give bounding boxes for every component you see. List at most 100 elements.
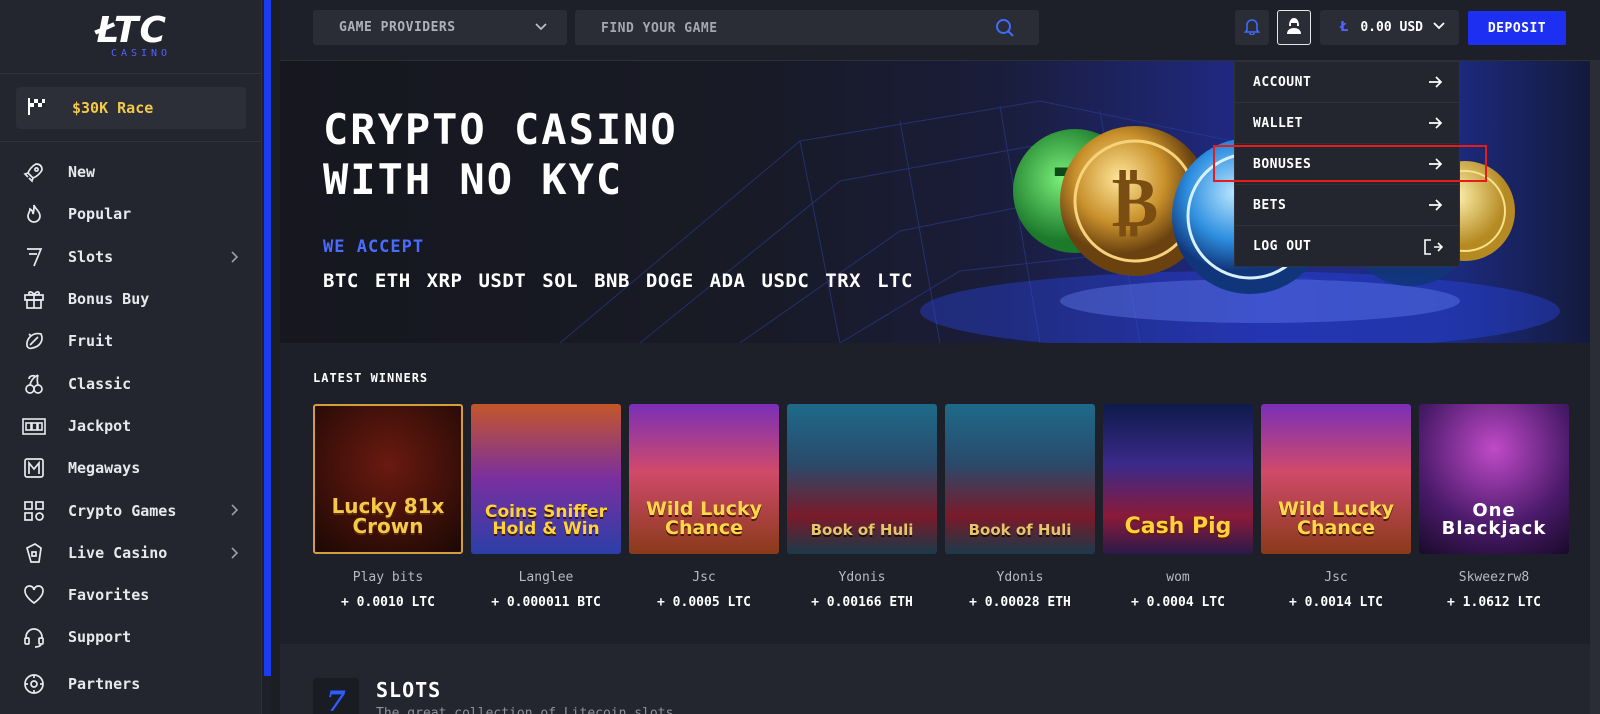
cherry-icon [22,372,46,396]
page-scrollbar[interactable] [1590,60,1600,714]
game-thumbnail-title: Lucky 81x Crown [331,494,445,538]
sidebar-item-label: Fruit [68,332,114,351]
heart-icon [22,583,46,607]
game-thumbnail-title: Wild Lucky Chance [645,498,763,539]
sidebar-item-favorites[interactable]: Favorites [0,574,262,616]
winner-amount: + 0.00166 ETH [811,595,913,610]
winner-card[interactable]: Cash Pig wom + 0.0004 LTC [1103,404,1253,610]
sidebar-item-label: Jackpot [68,416,132,435]
game-thumbnail[interactable]: Lucky 81x Crown [313,404,463,554]
arrow-right-icon [1427,156,1443,176]
game-thumbnail-title: Book of Huli [810,521,914,539]
latest-winners-heading: LATEST WINNERS [313,371,429,385]
sidebar-item-new[interactable]: New [0,151,262,193]
game-thumbnail[interactable]: Cash Pig [1103,404,1253,554]
winner-amount: + 0.000011 BTC [491,595,601,610]
sidebar-scrollbar[interactable] [264,0,271,676]
game-thumbnail[interactable]: Wild Lucky Chance [1261,404,1411,554]
notifications-button[interactable] [1235,10,1269,45]
bell-icon [1243,17,1261,39]
winner-player: Langlee [518,570,574,585]
headset-icon [22,625,46,649]
winner-card[interactable]: Wild Lucky Chance Jsc + 0.0005 LTC [629,404,779,610]
winner-player: Skweezrw8 [1458,570,1530,585]
menu-item-label: BETS [1253,197,1287,213]
sidebar-item-label: Favorites [68,586,150,605]
winner-amount: + 0.00028 ETH [969,595,1071,610]
game-thumbnail[interactable]: Coins Sniffer Hold & Win [471,404,621,554]
winner-card[interactable]: One Blackjack Skweezrw8 + 1.0612 LTC [1419,404,1569,610]
deposit-button[interactable]: DEPOSIT [1468,11,1566,45]
sidebar-item-fruit[interactable]: Fruit [0,320,262,362]
menu-item-label: ACCOUNT [1253,74,1312,90]
sidebar-item-classic[interactable]: Classic [0,362,262,404]
sidebar-item-slots[interactable]: Slots [0,236,262,278]
game-providers-label: GAME PROVIDERS [339,20,456,35]
search-bar [575,10,1039,45]
balance-value: 0.00 USD [1360,20,1423,35]
winner-card[interactable]: Wild Lucky Chance Jsc + 0.0014 LTC [1261,404,1411,610]
menu-item-bonuses[interactable]: BONUSES [1213,144,1487,185]
flame-icon [22,202,46,226]
search-icon[interactable] [995,18,1015,42]
coin-label: USDC [761,270,810,292]
sidebar-item-label: Live Casino [68,543,168,562]
logo-text: ŁTC [95,9,167,51]
game-thumbnail-title: Book of Huli [968,521,1072,539]
hero-title: CRYPTO CASINO WITH NO KYC [323,105,678,205]
game-thumbnail[interactable]: Wild Lucky Chance [629,404,779,554]
winner-player: Play bits [352,570,424,585]
hero-title-line: WITH NO KYC [323,155,624,204]
sidebar-item-partners[interactable]: Partners [0,663,262,705]
we-accept-label: WE ACCEPT [323,237,425,257]
sidebar-item-label: Support [68,628,132,647]
arrow-right-icon [1427,115,1443,135]
winner-player: Ydonis [996,570,1044,585]
litecoin-icon: Ł [1340,20,1349,35]
sidebar: ŁTC CASINO $30K Race New Popular Slots B… [0,0,262,714]
coin-label: XRP [426,270,463,292]
user-menu-button[interactable] [1277,10,1311,45]
menu-item-wallet[interactable]: WALLET [1235,103,1459,144]
sidebar-item-jackpot[interactable]: Jackpot [0,405,262,447]
winner-card[interactable]: Book of Huli Ydonis + 0.00028 ETH [945,404,1095,610]
logout-icon [1423,238,1444,260]
winner-card[interactable]: Lucky 81x Crown Play bits + 0.0010 LTC [313,404,463,610]
chevron-down-icon [535,21,547,36]
winner-player: Jsc [692,570,716,585]
sidebar-nav: New Popular Slots Bonus Buy Fruit Classi… [0,151,262,705]
sidebar-item-crypto-games[interactable]: Crypto Games [0,489,262,531]
game-thumbnail[interactable]: Book of Huli [945,404,1095,554]
race-button[interactable]: $30K Race [16,87,246,129]
live-icon [22,541,46,565]
game-thumbnail-title: Cash Pig [1124,514,1232,539]
menu-item-log-out[interactable]: LOG OUT [1235,226,1459,267]
chevron-right-icon [230,249,240,268]
coin-label: TRX [825,270,862,292]
svg-text:₿: ₿ [1112,161,1159,243]
game-providers-dropdown[interactable]: GAME PROVIDERS [313,10,567,45]
chevron-down-icon [1433,20,1445,35]
search-input[interactable] [601,18,961,38]
coin-label: BTC [323,270,359,292]
menu-item-label: LOG OUT [1253,239,1312,254]
logo[interactable]: ŁTC CASINO [0,0,262,74]
game-thumbnail[interactable]: Book of Huli [787,404,937,554]
sidebar-item-label: Partners [68,674,141,693]
game-thumbnail[interactable]: One Blackjack [1419,404,1569,554]
rocket-icon [22,160,46,184]
winner-card[interactable]: Book of Huli Ydonis + 0.00166 ETH [787,404,937,610]
sidebar-item-bonus-buy[interactable]: Bonus Buy [0,278,262,320]
sidebar-item-live-casino[interactable]: Live Casino [0,532,262,574]
menu-item-account[interactable]: ACCOUNT [1235,62,1459,103]
winner-card[interactable]: Coins Sniffer Hold & Win Langlee + 0.000… [471,404,621,610]
balance-dropdown[interactable]: Ł 0.00 USD [1320,10,1459,45]
winner-amount: + 1.0612 LTC [1447,595,1541,610]
sidebar-item-megaways[interactable]: Megaways [0,447,262,489]
winner-player: Ydonis [838,570,886,585]
menu-item-bets[interactable]: BETS [1235,185,1459,226]
sidebar-item-support[interactable]: Support [0,616,262,658]
winner-amount: + 0.0005 LTC [657,595,751,610]
sidebar-item-popular[interactable]: Popular [0,193,262,235]
chevron-right-icon [230,545,240,564]
